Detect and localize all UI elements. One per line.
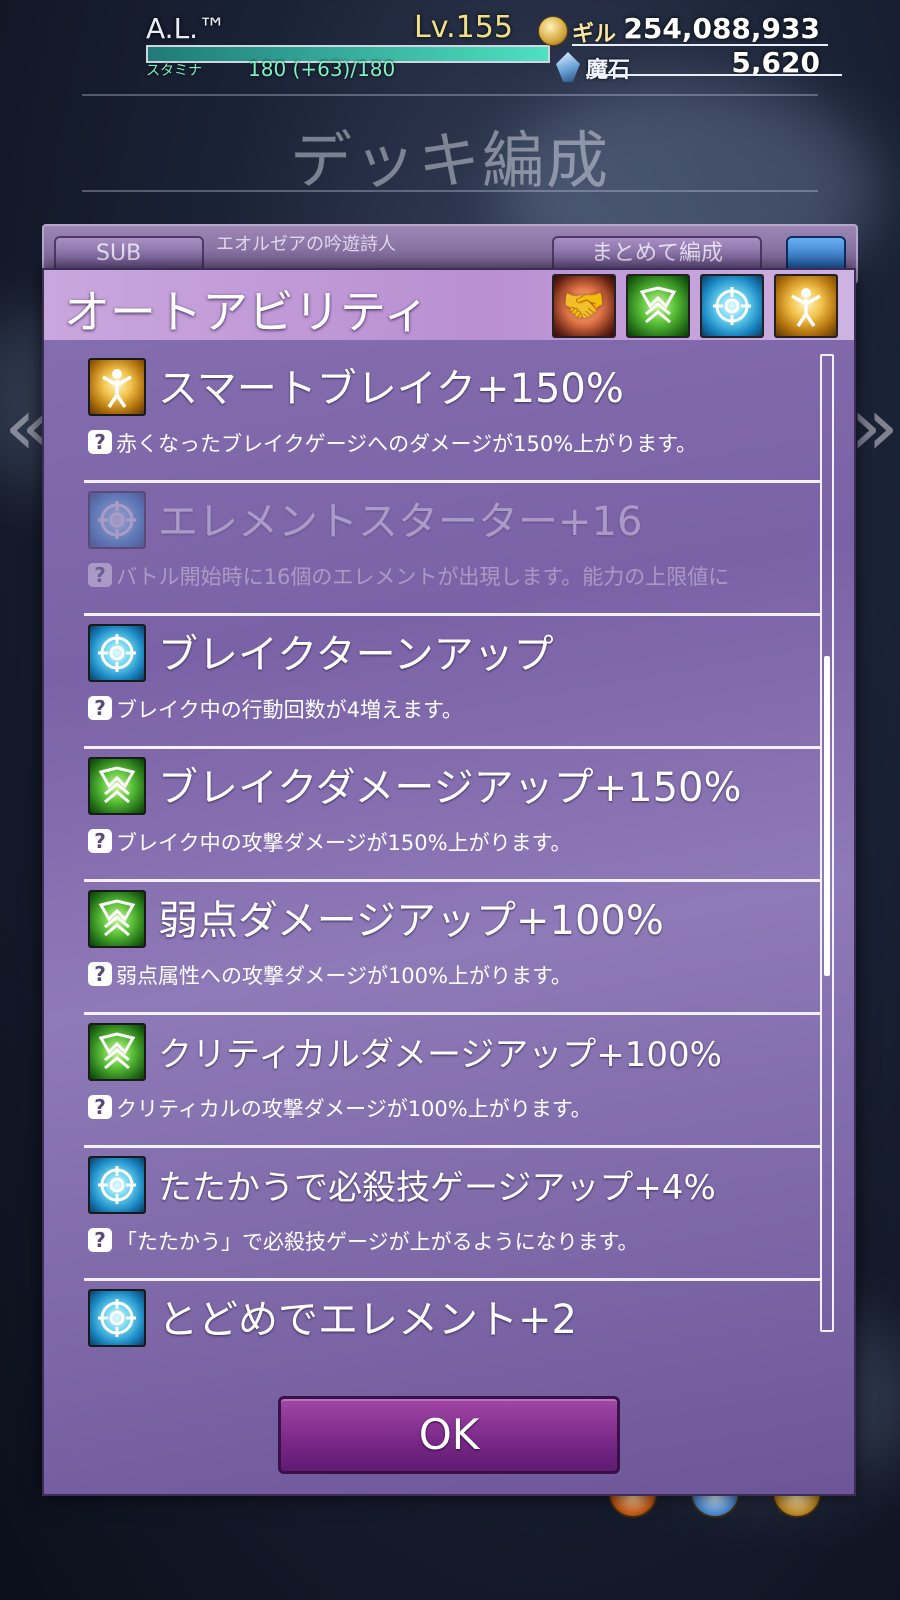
gil-coin-icon	[538, 16, 568, 46]
magicite-icon	[556, 52, 580, 82]
ability-row[interactable]: クリティカルダメージアップ+100%? クリティカルの攻撃ダメージが100%上がり…	[84, 1015, 820, 1148]
ability-name: ブレイクターンアップ	[158, 632, 554, 678]
green-shield-icon	[88, 757, 146, 815]
ability-row[interactable]: とどめでエレメント+2	[84, 1281, 820, 1361]
ability-description: 赤くなったブレイクゲージへのダメージが150%上がります。	[116, 432, 698, 456]
next-arrow-icon[interactable]: »	[850, 380, 899, 473]
title-divider-bottom	[82, 190, 818, 192]
blue-element-icon	[88, 491, 146, 549]
ability-list[interactable]: スマートブレイク+150%? 赤くなったブレイクゲージへのダメージが150%上がり…	[84, 350, 820, 1361]
player-level: Lv.155	[414, 10, 513, 45]
ability-description: ブレイク中の攻撃ダメージが150%上がります。	[116, 831, 572, 855]
green-shield-icon	[88, 890, 146, 948]
ok-button[interactable]: OK	[278, 1396, 620, 1474]
ability-row[interactable]: 弱点ダメージアップ+100%? 弱点属性への攻撃ダメージが100%上がります。	[84, 882, 820, 1015]
sub-button[interactable]: SUB	[54, 236, 204, 272]
help-icon[interactable]: ?	[88, 1095, 112, 1119]
help-icon[interactable]: ?	[88, 962, 112, 986]
ability-name: エレメントスターター+16	[158, 499, 643, 545]
ability-name: とどめでエレメント+2	[158, 1297, 577, 1343]
magicite-underline	[586, 74, 842, 76]
modal-title: オートアビリティ	[64, 285, 430, 339]
ability-description: 「たたかう」で必殺技ゲージが上がるようになります。	[116, 1230, 639, 1254]
handshake-icon[interactable]: 🤝	[552, 274, 616, 338]
ability-row[interactable]: ブレイクターンアップ? ブレイク中の行動回数が4増えます。	[84, 616, 820, 749]
ability-name: クリティカルダメージアップ+100%	[158, 1035, 722, 1075]
menu-button[interactable]	[786, 236, 846, 272]
stamina-value: 180 (+63)/180	[248, 57, 396, 81]
blue-element-icon[interactable]	[700, 274, 764, 338]
ability-description: ブレイク中の行動回数が4増えます。	[116, 698, 463, 722]
ability-name: 弱点ダメージアップ+100%	[158, 898, 664, 944]
green-shield-icon[interactable]	[626, 274, 690, 338]
ability-name: ブレイクダメージアップ+150%	[158, 765, 742, 811]
ability-description: クリティカルの攻撃ダメージが100%上がります。	[116, 1097, 592, 1121]
player-name: A.L.™	[146, 12, 227, 45]
blue-element-icon	[88, 1289, 146, 1347]
auto-ability-modal: オートアビリティ 🤝 スマートブレイク+150%? 赤くなったブレイクゲージへのダ…	[42, 268, 856, 1496]
scrollbar-thumb[interactable]	[824, 656, 830, 976]
gold-figure-icon	[88, 358, 146, 416]
help-icon[interactable]: ?	[88, 563, 112, 587]
gil-value: 254,088,933	[623, 12, 820, 45]
ability-description: バトル開始時に16個のエレメントが出現します。能力の上限値に	[116, 565, 730, 589]
help-icon[interactable]: ?	[88, 430, 112, 454]
modal-header: オートアビリティ 🤝	[44, 270, 854, 340]
blue-element-icon	[88, 624, 146, 682]
scrollbar[interactable]	[820, 354, 834, 1332]
help-icon[interactable]: ?	[88, 1228, 112, 1252]
help-icon[interactable]: ?	[88, 829, 112, 853]
help-icon[interactable]: ?	[88, 696, 112, 720]
character-name: エオルゼアの吟遊詩人	[216, 234, 396, 255]
stamina-label: スタミナ	[146, 63, 202, 79]
ability-name: たたかうで必殺技ゲージアップ+4%	[158, 1168, 716, 1208]
ability-name: スマートブレイク+150%	[158, 366, 624, 412]
bulk-edit-button[interactable]: まとめて編成	[552, 236, 762, 272]
page-title: デッキ編成	[289, 124, 610, 197]
magicite-label: 魔石	[586, 58, 631, 83]
ability-description: 弱点属性への攻撃ダメージが100%上がります。	[116, 964, 572, 988]
green-shield-icon	[88, 1023, 146, 1081]
ability-row[interactable]: スマートブレイク+150%? 赤くなったブレイクゲージへのダメージが150%上がり…	[84, 350, 820, 483]
title-divider-top	[82, 94, 818, 96]
ability-row[interactable]: エレメントスターター+16? バトル開始時に16個のエレメントが出現します。能力の…	[84, 483, 820, 616]
gold-figure-icon[interactable]	[774, 274, 838, 338]
ability-row[interactable]: たたかうで必殺技ゲージアップ+4%? 「たたかう」で必殺技ゲージが上がるようになり…	[84, 1148, 820, 1281]
ability-row[interactable]: ブレイクダメージアップ+150%? ブレイク中の攻撃ダメージが150%上がります。	[84, 749, 820, 882]
blue-element-icon	[88, 1156, 146, 1214]
